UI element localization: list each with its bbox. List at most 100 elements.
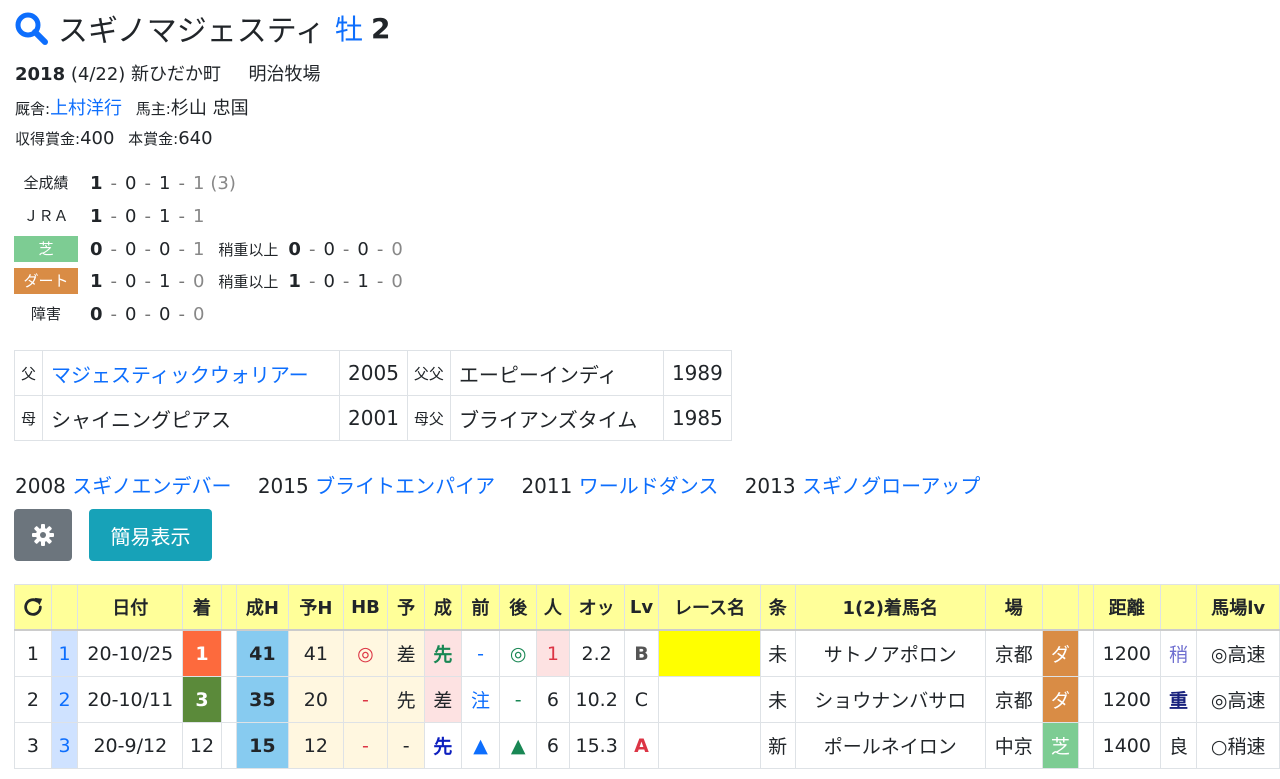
col-odds[interactable]: オッ (568, 584, 625, 631)
col-pred-h[interactable]: 予H (288, 584, 344, 631)
race-date: 20-10/25 (77, 629, 184, 677)
col-winner[interactable]: 1(2)着馬名 (794, 584, 986, 631)
record-win: 1 (90, 172, 103, 194)
race-name[interactable] (658, 676, 761, 723)
search-icon[interactable] (14, 11, 48, 45)
sibling-link[interactable]: スギノグローアップ (802, 474, 980, 498)
owner-name: 杉山 忠国 (170, 98, 249, 119)
popularity: 6 (536, 676, 570, 723)
front-mark: - (460, 629, 501, 677)
record-second: 0 (125, 205, 137, 227)
front-mark: ▲ (460, 722, 501, 769)
refresh-icon[interactable] (22, 596, 44, 618)
sibling-link[interactable]: ワールドダンス (579, 474, 719, 498)
dam-year: 2001 (339, 395, 408, 441)
venue: 京都 (984, 629, 1043, 677)
col-finish[interactable]: 着 (182, 584, 222, 631)
track-level: ◎高速 (1196, 676, 1280, 723)
stable-info: 厩舎:上村洋行 馬主:杉山 忠国 (15, 94, 249, 120)
owner-label: 馬主: (135, 100, 171, 118)
pred-h: 12 (288, 722, 344, 769)
col-front[interactable]: 前 (460, 584, 501, 631)
winner-name[interactable]: ショウナンバサロ (794, 676, 986, 723)
winner-name[interactable]: ポールネイロン (794, 722, 986, 769)
birth-info: 2018 (4/22) 新ひだか町 明治牧場 (15, 60, 321, 86)
record-win: 1 (90, 205, 103, 227)
sibling-link[interactable]: ブライトエンパイア (315, 474, 495, 498)
dirt-badge: ダート (14, 268, 78, 294)
sire-sire-year: 1989 (662, 350, 732, 396)
earned-label: 収得賞金: (15, 130, 81, 148)
record-third: 1 (158, 270, 171, 292)
col-date[interactable]: 日付 (77, 584, 184, 631)
surface-badge: 芝 (1041, 722, 1080, 769)
dam-sire-year: 1985 (662, 395, 732, 441)
sub-record-other: 0 (391, 270, 403, 292)
table-row[interactable]: 3 3 20-9/12 12 15 12 - - 先 ▲ ▲ 6 15.3 A … (14, 722, 1280, 769)
pedigree-row-dam: 母 シャイニングピアス 2001 母父 ブライアンズタイム 1985 (13, 395, 732, 441)
record-other: 1 (192, 172, 205, 194)
refresh-header[interactable] (14, 584, 52, 631)
col-index (50, 584, 79, 631)
spacer-cell (1078, 722, 1094, 769)
prize-info: 収得賞金:400 本賞金:640 (15, 128, 213, 149)
sire-link[interactable]: マジェスティックウォリアー (51, 363, 309, 387)
record-jra: ＪＲＡ 1- 0- 1- 1 (14, 202, 204, 230)
turf-badge: 芝 (14, 236, 78, 262)
pred-h: 41 (288, 629, 344, 677)
col-result-h[interactable]: 成H (235, 584, 290, 631)
col-distance[interactable]: 距離 (1092, 584, 1161, 631)
going: 良 (1159, 722, 1198, 769)
dam-sire-name: ブライアンズタイム (449, 395, 664, 441)
record-steeple: 障害 0- 0- 0- 0 (14, 300, 204, 328)
record-other: 1 (192, 238, 205, 260)
col-venue[interactable]: 場 (984, 584, 1043, 631)
race-name[interactable] (658, 722, 761, 769)
sire-sire-label: 父父 (406, 350, 451, 396)
col-popularity[interactable]: 人 (536, 584, 570, 631)
surface-badge: ダ (1041, 676, 1080, 723)
sibling-item: 2013 スギノグローアップ (745, 474, 981, 498)
col-track-level[interactable]: 馬場lv (1196, 584, 1280, 631)
col-race-name[interactable]: レース名 (658, 584, 761, 631)
sub-record-third: 0 (357, 238, 369, 260)
popularity: 6 (536, 722, 570, 769)
col-spacer (1078, 584, 1094, 631)
record-third: 1 (158, 205, 171, 227)
sub-record-other: 0 (391, 238, 403, 260)
simple-view-button[interactable]: 簡易表示 (89, 509, 212, 561)
settings-button[interactable] (14, 509, 72, 561)
col-pred[interactable]: 予 (387, 584, 426, 631)
col-hb[interactable]: HB (342, 584, 389, 631)
sibling-item: 2011 ワールドダンス (521, 474, 718, 498)
race-date: 20-9/12 (77, 722, 184, 769)
race-results-table: 日付 着 成H 予H HB 予 成 前 後 人 オッ Lv レース名 条 1(2… (14, 584, 1280, 769)
record-win: 1 (90, 270, 103, 292)
trainer-link[interactable]: 上村洋行 (50, 98, 122, 119)
title-row: スギノマジェスティ 牡 2 (14, 6, 391, 50)
record-dirt: ダート 1- 0- 1- 0 稍重以上 1- 0- 1- 0 (14, 267, 403, 295)
col-surface (1041, 584, 1080, 631)
table-row[interactable]: 1 1 20-10/25 1 41 41 ◎ 差 先 - ◎ 1 2.2 B 未… (14, 629, 1280, 677)
record-other: 0 (192, 270, 205, 292)
winner-name[interactable]: サトノアポロン (794, 629, 986, 677)
col-back[interactable]: 後 (499, 584, 538, 631)
race-name[interactable] (658, 629, 761, 677)
birth-year: 2018 (15, 64, 66, 85)
sibling-year: 2013 (744, 474, 796, 498)
sibling-link[interactable]: スギノエンデバー (72, 474, 231, 498)
table-header: 日付 着 成H 予H HB 予 成 前 後 人 オッ Lv レース名 条 1(2… (14, 584, 1280, 631)
sub-record-third: 1 (357, 270, 369, 292)
pred-style: 先 (387, 676, 426, 723)
col-level[interactable]: Lv (623, 584, 660, 631)
pred-style: - (387, 722, 426, 769)
result-style: 先 (424, 629, 462, 677)
sibling-year: 2008 (15, 474, 66, 498)
main-prize-label: 本賞金: (128, 130, 179, 148)
pred-style: 差 (387, 629, 426, 677)
col-result[interactable]: 成 (424, 584, 462, 631)
distance: 1200 (1092, 676, 1161, 723)
hb-mark: - (342, 676, 389, 723)
table-row[interactable]: 2 2 20-10/11 3 35 20 - 先 差 注 - 6 10.2 C … (14, 676, 1280, 723)
col-condition[interactable]: 条 (759, 584, 796, 631)
